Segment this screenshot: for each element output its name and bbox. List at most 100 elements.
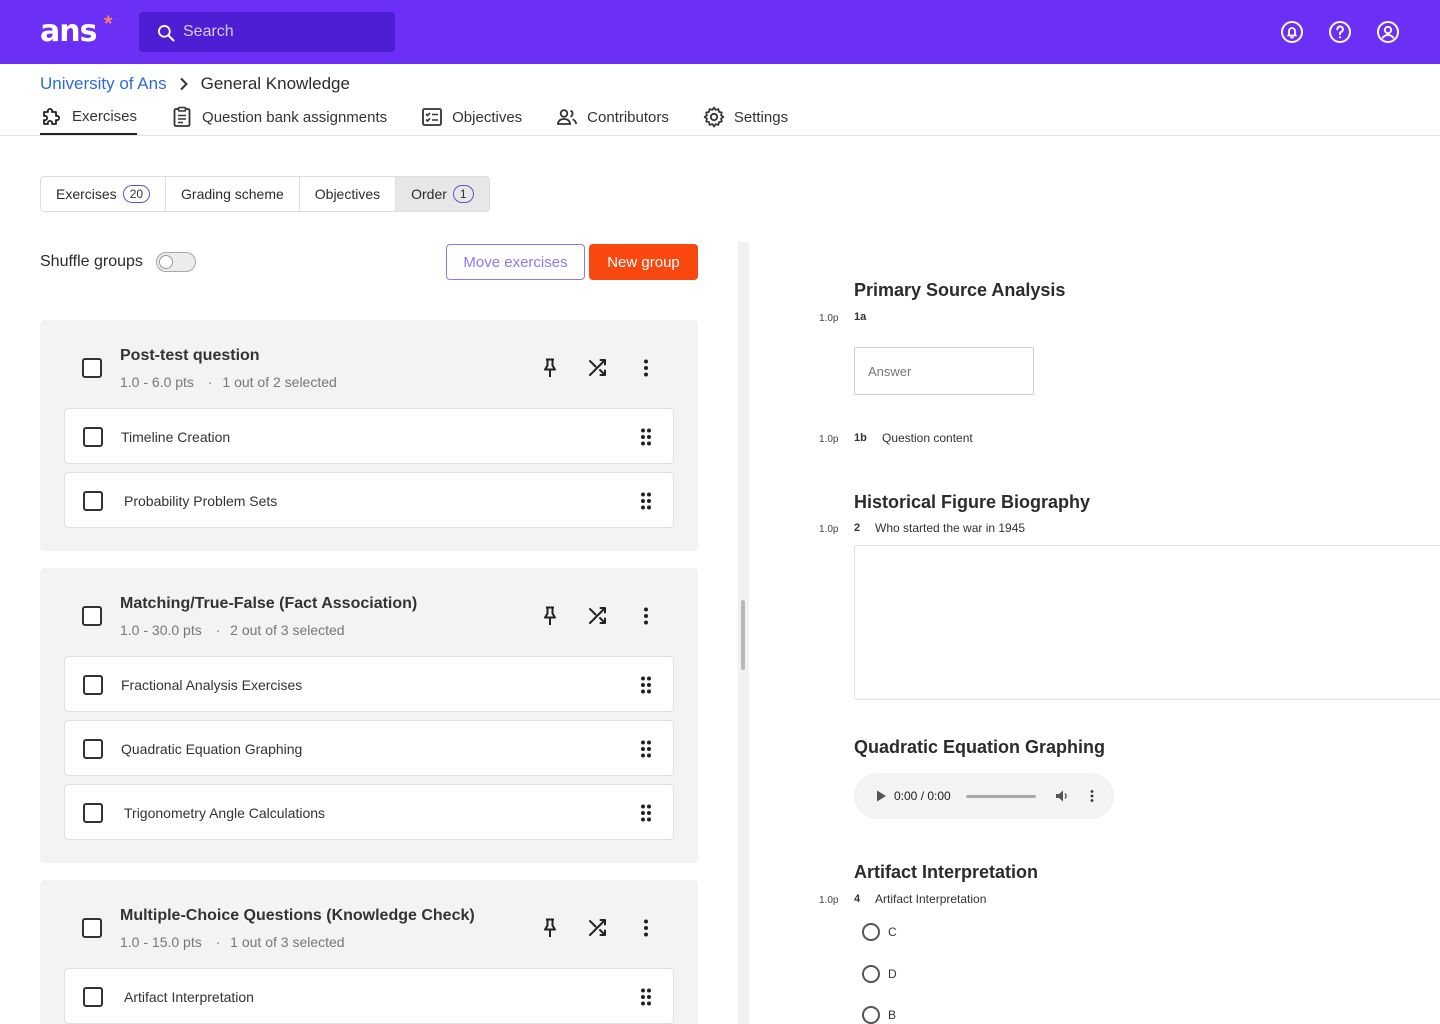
- bell-icon[interactable]: [1280, 20, 1304, 44]
- question-text: Question content: [882, 431, 973, 445]
- drag-handle-icon[interactable]: [634, 425, 658, 449]
- drag-handle-icon[interactable]: [634, 801, 658, 825]
- logo[interactable]: ans: [40, 14, 97, 50]
- shuffle-icon[interactable]: [586, 356, 610, 380]
- clipboard-icon: [173, 106, 191, 127]
- volume-icon[interactable]: [1054, 788, 1070, 804]
- question-points: 1.0p: [819, 434, 839, 445]
- breadcrumb-parent-link[interactable]: University of Ans: [40, 73, 167, 95]
- option-radio[interactable]: [862, 923, 880, 941]
- answer-textarea[interactable]: [854, 545, 1440, 700]
- shuffle-groups-toggle[interactable]: [156, 252, 196, 272]
- exercise-name: Quadratic Equation Graphing: [121, 741, 303, 757]
- tab-settings[interactable]: Settings: [702, 102, 788, 132]
- shuffle-icon[interactable]: [586, 604, 610, 628]
- meta-separator: ·: [215, 622, 221, 638]
- search-placeholder: Search: [183, 23, 234, 40]
- question-number: 2: [854, 522, 861, 534]
- group-title: Matching/True-False (Fact Association): [120, 595, 418, 612]
- move-exercises-button[interactable]: Move exercises: [446, 244, 585, 280]
- new-group-button[interactable]: New group: [589, 244, 698, 280]
- option-radio[interactable]: [862, 965, 880, 983]
- play-icon[interactable]: [874, 789, 888, 803]
- tab-label: Settings: [733, 108, 789, 126]
- item-checkbox[interactable]: [83, 739, 103, 759]
- group-checkbox[interactable]: [82, 606, 102, 626]
- exercise-group: Multiple-Choice Questions (Knowledge Che…: [40, 880, 698, 1024]
- group-checkbox[interactable]: [82, 358, 102, 378]
- tab-question-bank-assignments[interactable]: Question bank assignments: [170, 102, 387, 132]
- subtab-order[interactable]: Order 1: [396, 177, 489, 211]
- exercise-item[interactable]: Artifact Interpretation: [64, 968, 674, 1024]
- more-vertical-icon[interactable]: [634, 604, 658, 628]
- help-icon[interactable]: [1328, 20, 1352, 44]
- question-title: Artifact Interpretation: [854, 862, 1039, 882]
- drag-handle-icon[interactable]: [634, 673, 658, 697]
- exercise-item[interactable]: Quadratic Equation Graphing: [64, 720, 674, 776]
- group-meta: 1.0 - 6.0 pts · 1 out of 2 selected: [120, 373, 337, 391]
- subtab-objectives[interactable]: Objectives: [299, 177, 397, 211]
- question-points: 1.0p: [819, 313, 839, 324]
- item-checkbox[interactable]: [83, 427, 103, 447]
- item-checkbox[interactable]: [83, 675, 103, 695]
- nav-divider: [0, 135, 1440, 136]
- shuffle-icon[interactable]: [586, 916, 610, 940]
- subtab-exercises[interactable]: Exercises 20: [41, 177, 167, 211]
- exercise-item[interactable]: Fractional Analysis Exercises: [64, 656, 674, 712]
- group-selected-count: 1 out of 2 selected: [222, 374, 337, 390]
- more-vertical-icon[interactable]: [634, 916, 658, 940]
- more-vertical-icon[interactable]: [634, 356, 658, 380]
- gear-icon: [703, 106, 725, 128]
- exercise-item[interactable]: Timeline Creation: [64, 408, 674, 464]
- audio-time: 0:00 / 0:00: [894, 789, 951, 803]
- tab-label: Contributors: [587, 108, 669, 126]
- subtab-grading-scheme[interactable]: Grading scheme: [166, 177, 300, 211]
- account-icon[interactable]: [1376, 20, 1400, 44]
- tab-exercises[interactable]: Exercises: [40, 102, 138, 135]
- breadcrumb: University of Ans General Knowledge: [40, 73, 350, 95]
- drag-handle-icon[interactable]: [634, 985, 658, 1009]
- meta-separator: ·: [207, 374, 213, 390]
- group-title: Multiple-Choice Questions (Knowledge Che…: [120, 907, 475, 924]
- group-meta: 1.0 - 30.0 pts · 2 out of 3 selected: [120, 621, 345, 639]
- option-radio[interactable]: [862, 1006, 880, 1024]
- group-checkbox[interactable]: [82, 918, 102, 938]
- audio-progress-bar[interactable]: [966, 795, 1036, 798]
- logo-mark: *: [104, 11, 113, 36]
- question-number: 1b: [854, 432, 867, 444]
- splitter-handle[interactable]: [741, 600, 745, 670]
- chevron-right-icon: [179, 77, 189, 91]
- pin-icon[interactable]: [538, 356, 562, 380]
- pin-icon[interactable]: [538, 604, 562, 628]
- group-meta: 1.0 - 15.0 pts · 1 out of 3 selected: [120, 933, 345, 951]
- audio-player: 0:00 / 0:00: [854, 773, 1114, 819]
- pin-icon[interactable]: [538, 916, 562, 940]
- item-checkbox[interactable]: [83, 987, 103, 1007]
- item-checkbox[interactable]: [83, 803, 103, 823]
- group-selected-count: 1 out of 3 selected: [230, 934, 345, 950]
- more-vertical-icon[interactable]: [1084, 788, 1100, 804]
- search-icon: [158, 25, 175, 42]
- drag-handle-icon[interactable]: [634, 489, 658, 513]
- question-title: Quadratic Equation Graphing: [854, 737, 1106, 757]
- answer-input[interactable]: Answer: [854, 347, 1034, 395]
- exercise-name: Trigonometry Angle Calculations: [124, 805, 326, 821]
- users-icon: [557, 109, 578, 125]
- panel-splitter[interactable]: [738, 242, 749, 1024]
- search-input[interactable]: Search: [139, 12, 395, 52]
- top-bar: ans * Search: [0, 0, 1440, 64]
- question-title: Historical Figure Biography: [854, 492, 1091, 512]
- drag-handle-icon[interactable]: [634, 737, 658, 761]
- exercise-group: Post-test question 1.0 - 6.0 pts · 1 out…: [40, 320, 698, 551]
- breadcrumb-current: General Knowledge: [200, 74, 350, 93]
- question-number: 1a: [854, 311, 867, 323]
- checklist-icon: [422, 108, 443, 126]
- question-text: Artifact Interpretation: [875, 892, 987, 906]
- exercise-name: Timeline Creation: [121, 429, 231, 445]
- item-checkbox[interactable]: [83, 491, 103, 511]
- exercise-item[interactable]: Trigonometry Angle Calculations: [64, 784, 674, 840]
- tab-objectives[interactable]: Objectives: [420, 102, 522, 132]
- exercise-item[interactable]: Probability Problem Sets: [64, 472, 674, 528]
- subtab-label: Grading scheme: [181, 186, 284, 202]
- tab-contributors[interactable]: Contributors: [555, 102, 669, 132]
